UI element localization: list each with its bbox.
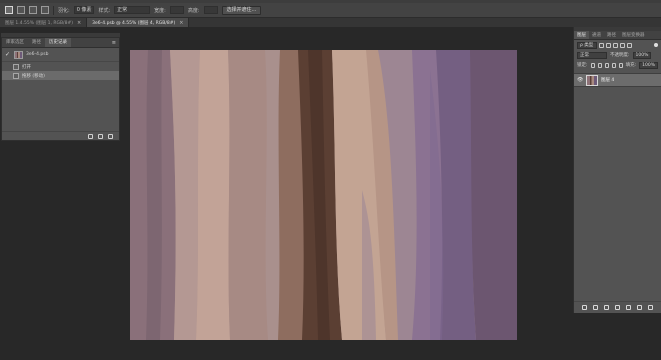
width-input[interactable] xyxy=(169,6,184,14)
document-canvas[interactable] xyxy=(130,50,517,340)
style-label: 样式: xyxy=(98,7,111,14)
snapshot-thumbnail xyxy=(14,50,23,59)
eye-icon[interactable]: 👁 xyxy=(577,77,583,83)
opacity-label: 不透明度: xyxy=(610,53,630,58)
history-step-icon xyxy=(13,63,19,70)
folder-icon[interactable] xyxy=(626,305,631,310)
history-snapshot[interactable]: ✓ 3e6-4.psb xyxy=(2,48,119,62)
history-item-label: 拖移 (移动) xyxy=(22,73,45,79)
history-panel: 库家选区 路径 历史记录 ≡ ✓ 3e6-4.psb 打开 拖移 (移动) xyxy=(1,33,120,141)
intersect-selection-icon[interactable] xyxy=(41,6,49,14)
panel-menu-icon[interactable]: ≡ xyxy=(112,38,119,47)
blend-row: 正常 不透明度: 100% xyxy=(574,50,661,60)
tab-layer-comps[interactable]: 图层变换器 xyxy=(619,31,648,39)
trash-icon[interactable] xyxy=(108,133,113,139)
tab-selections[interactable]: 库家选区 xyxy=(2,38,28,47)
layer-filter-row: ρ 类型 xyxy=(574,40,661,50)
close-icon[interactable]: × xyxy=(179,20,183,26)
filter-toggle-icon[interactable] xyxy=(654,43,658,47)
pixel-filter-icon[interactable] xyxy=(599,42,604,48)
separator xyxy=(53,5,54,15)
document-tabs: 图层 1.4.55% (图层 1, RGB/8#) × 3e6-4.psb @ … xyxy=(0,18,661,27)
tab-paths[interactable]: 路径 xyxy=(604,31,619,39)
style-select[interactable]: 正常 xyxy=(114,6,151,14)
history-item-open[interactable]: 打开 xyxy=(2,62,119,71)
lock-label: 锁定: xyxy=(577,63,588,68)
tab-channels[interactable]: 通道 xyxy=(589,31,604,39)
snapshot-name: 3e6-4.psb xyxy=(26,52,49,57)
adjustment-layer-icon[interactable] xyxy=(615,305,620,310)
lock-all-icon[interactable] xyxy=(618,62,623,68)
feather-label: 羽化: xyxy=(58,7,70,14)
new-document-from-state-icon[interactable] xyxy=(88,133,93,139)
opacity-input[interactable]: 100% xyxy=(632,51,652,59)
history-item-move[interactable]: 拖移 (移动) xyxy=(2,71,119,80)
lock-artboard-icon[interactable] xyxy=(611,62,616,68)
lock-position-icon[interactable] xyxy=(604,62,609,68)
tab-history[interactable]: 历史记录 xyxy=(45,38,71,47)
type-filter-icon[interactable] xyxy=(613,42,618,48)
layers-panel: 图层 通道 路径 图层变换器 ρ 类型 正常 不透明度: 100% 锁定: 填充… xyxy=(573,27,661,313)
fill-label: 填充: xyxy=(625,63,637,68)
select-and-mask-button[interactable]: 选择并遮住... xyxy=(221,5,262,15)
layer-filter-select[interactable]: ρ 类型 xyxy=(577,41,597,49)
history-step-icon xyxy=(13,72,19,79)
lock-pixels-icon[interactable] xyxy=(590,62,595,68)
tab-document-1[interactable]: 图层 1.4.55% (图层 1, RGB/8#) × xyxy=(0,18,88,27)
layers-panel-tabs: 图层 通道 路径 图层变换器 xyxy=(574,31,661,40)
options-bar: 羽化: 0 像素 样式: 正常 宽度: 高度: 选择并遮住... xyxy=(0,3,661,18)
trash-icon[interactable] xyxy=(648,305,653,310)
tab-label: 图层 1.4.55% (图层 1, RGB/8#) xyxy=(5,20,73,26)
layer-row[interactable]: 👁 图层 4 xyxy=(574,73,661,87)
fill-input[interactable]: 100% xyxy=(639,61,659,69)
photoshop-window: 羽化: 0 像素 样式: 正常 宽度: 高度: 选择并遮住... 图层 1.4.… xyxy=(0,0,661,360)
mask-icon[interactable] xyxy=(604,305,609,310)
blend-mode-select[interactable]: 正常 xyxy=(577,51,607,59)
lock-row: 锁定: 填充: 100% xyxy=(574,60,661,70)
history-panel-tabs: 库家选区 路径 历史记录 ≡ xyxy=(2,38,119,48)
close-icon[interactable]: × xyxy=(77,20,81,26)
canvas-image xyxy=(130,50,517,340)
tab-layers[interactable]: 图层 xyxy=(574,31,589,39)
history-item-label: 打开 xyxy=(22,64,31,70)
history-footer xyxy=(2,131,119,140)
height-input[interactable] xyxy=(203,6,218,14)
check-icon: ✓ xyxy=(5,51,11,58)
height-label: 高度: xyxy=(187,7,200,14)
link-icon[interactable] xyxy=(582,305,587,310)
layer-thumbnail xyxy=(586,74,598,86)
camera-icon[interactable] xyxy=(98,133,103,139)
shape-filter-icon[interactable] xyxy=(620,42,625,48)
tab-label: 3e6-4.psb @ 4.55% (图层 4, RGB/8#) xyxy=(92,20,176,26)
smart-object-filter-icon[interactable] xyxy=(627,42,632,48)
fx-icon[interactable] xyxy=(593,305,598,310)
adjustment-filter-icon[interactable] xyxy=(606,42,611,48)
layer-name[interactable]: 图层 4 xyxy=(601,77,614,83)
feather-input[interactable]: 0 像素 xyxy=(73,6,95,14)
subtract-selection-icon[interactable] xyxy=(29,6,37,14)
new-layer-icon[interactable] xyxy=(637,305,642,310)
lock-brush-icon[interactable] xyxy=(597,62,602,68)
add-selection-icon[interactable] xyxy=(17,6,25,14)
layers-footer xyxy=(574,301,661,313)
tab-document-2[interactable]: 3e6-4.psb @ 4.55% (图层 4, RGB/8#) × xyxy=(87,18,190,27)
new-selection-icon[interactable] xyxy=(5,6,13,14)
tab-paths[interactable]: 路径 xyxy=(28,38,45,47)
width-label: 宽度: xyxy=(154,7,166,14)
